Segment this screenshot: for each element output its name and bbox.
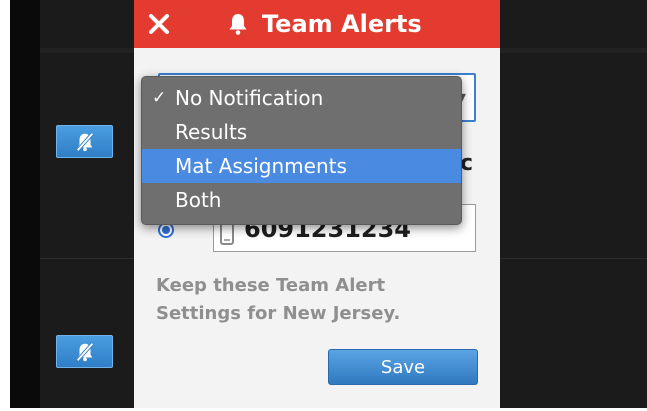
page-edge: [0, 0, 10, 411]
mute-alerts-button[interactable]: [56, 125, 113, 158]
close-x-icon: [149, 14, 169, 34]
dropdown-option-results[interactable]: Results: [142, 115, 461, 149]
row-separator: [40, 48, 134, 53]
row-separator: [500, 48, 647, 53]
panel-title: Team Alerts: [262, 10, 422, 38]
panel-header: Team Alerts: [134, 0, 500, 48]
checkmark-icon: ✓: [152, 88, 167, 108]
dropdown-option-no-notification[interactable]: ✓ No Notification: [142, 81, 461, 115]
bell-slash-icon: [75, 342, 94, 361]
notification-dropdown-menu: ✓ No Notification Results Mat Assignment…: [141, 76, 462, 225]
bell-slash-icon: [75, 132, 94, 151]
background-strip: [10, 0, 40, 411]
row-separator: [500, 258, 647, 259]
row-separator: [40, 258, 134, 259]
dropdown-option-both[interactable]: Both: [142, 183, 461, 217]
radio-selected-dot: [162, 226, 170, 234]
dropdown-option-label: Mat Assignments: [175, 154, 347, 178]
dropdown-option-mat-assignments[interactable]: Mat Assignments: [142, 149, 461, 183]
close-button[interactable]: [146, 11, 172, 37]
keep-settings-text: Keep these Team Alert Settings for New J…: [156, 275, 401, 324]
bell-icon: [229, 14, 247, 35]
dropdown-option-label: No Notification: [175, 86, 324, 110]
save-button[interactable]: Save: [328, 349, 478, 385]
background-list-right: [500, 0, 647, 411]
dropdown-option-label: Results: [175, 120, 248, 144]
mute-alerts-button[interactable]: [56, 335, 113, 368]
dropdown-option-label: Both: [175, 188, 222, 212]
